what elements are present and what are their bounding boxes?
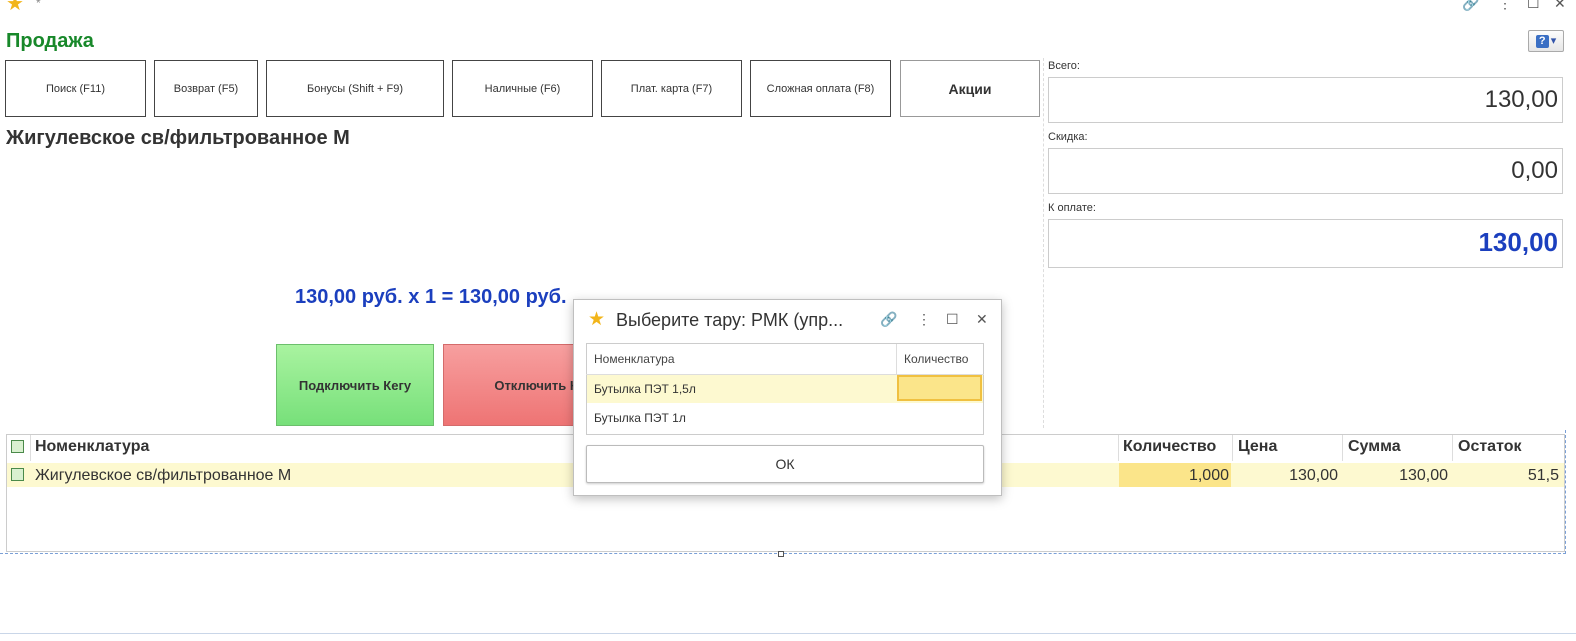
column-header-qty[interactable]: Количество: [1123, 438, 1216, 456]
column-header-name[interactable]: Номенклатура: [594, 352, 675, 366]
column-separator: [1342, 435, 1343, 461]
dialog-title: Выберите тару: РМК (упр...: [616, 310, 844, 330]
help-button[interactable]: ? ▾: [1528, 30, 1564, 52]
product-name: Жигулевское св/фильтрованное М: [6, 127, 350, 149]
row-item-icon: [11, 468, 24, 481]
cell-price: 130,00: [1289, 467, 1338, 484]
column-separator: [1232, 435, 1233, 461]
table-header-icon: [11, 440, 24, 453]
column-separator: [1452, 435, 1453, 461]
discount-field: 0,00: [1048, 148, 1563, 194]
cell-sum: 130,00: [1399, 467, 1448, 484]
connect-keg-button[interactable]: Подключить Кегу: [276, 344, 434, 426]
to-pay-field: 130,00: [1048, 219, 1563, 268]
column-separator: [1118, 435, 1119, 461]
cash-button[interactable]: Наличные (F6): [452, 60, 593, 117]
link-icon[interactable]: 🔗: [1462, 0, 1479, 10]
search-button[interactable]: Поиск (F11): [5, 60, 146, 117]
card-payment-button[interactable]: Плат. карта (F7): [601, 60, 742, 117]
select-container-dialog: ★ Выберите тару: РМК (упр... 🔗 ⋮ ☐ ✕ Ном…: [573, 299, 1002, 496]
modified-marker: *: [36, 0, 41, 10]
link-icon[interactable]: 🔗: [880, 311, 897, 328]
cell-qty[interactable]: 1,000: [1119, 467, 1229, 485]
return-button[interactable]: Возврат (F5): [154, 60, 258, 117]
help-icon: ?: [1535, 35, 1549, 48]
panel-divider: [1043, 58, 1044, 428]
column-header-name[interactable]: Номенклатура: [35, 438, 149, 456]
splitter-border: [1565, 430, 1566, 554]
price-calculation: 130,00 руб. х 1 = 130,00 руб.: [295, 286, 567, 308]
bottom-border: [0, 633, 1576, 634]
maximize-icon[interactable]: ☐: [946, 311, 959, 328]
row-name[interactable]: Бутылка ПЭТ 1л: [594, 411, 686, 425]
discount-label: Скидка:: [1048, 131, 1088, 143]
to-pay-label: К оплате:: [1048, 202, 1096, 214]
column-header-qty[interactable]: Количество: [904, 352, 968, 366]
column-header-sum[interactable]: Сумма: [1348, 438, 1401, 456]
close-icon[interactable]: ✕: [976, 311, 988, 328]
splitter-handle[interactable]: [778, 551, 784, 557]
total-field: 130,00: [1048, 77, 1563, 123]
favorite-star-icon[interactable]: ★: [588, 308, 605, 331]
form-title: Продажа: [6, 30, 94, 52]
column-header-rest[interactable]: Остаток: [1458, 438, 1521, 456]
close-icon[interactable]: ✕: [1554, 0, 1566, 10]
more-menu-icon[interactable]: ⋮: [1498, 0, 1512, 10]
column-header-price[interactable]: Цена: [1238, 438, 1277, 456]
complex-payment-button[interactable]: Сложная оплата (F8): [750, 60, 891, 117]
column-separator: [896, 344, 897, 374]
promotions-button[interactable]: Акции: [900, 60, 1040, 117]
cell-rest: 51,5: [1527, 467, 1559, 484]
ok-button[interactable]: ОК: [586, 445, 984, 483]
maximize-icon[interactable]: ☐: [1527, 0, 1540, 10]
column-separator: [30, 435, 31, 461]
more-menu-icon[interactable]: ⋮: [917, 311, 931, 328]
favorite-star-icon[interactable]: ★: [6, 0, 24, 14]
row-name: Бутылка ПЭТ 1,5л: [594, 382, 696, 396]
quantity-input[interactable]: [897, 375, 982, 401]
bonuses-button[interactable]: Бонусы (Shift + F9): [266, 60, 444, 117]
total-label: Всего:: [1048, 60, 1080, 72]
cell-name: Жигулевское св/фильтрованное М: [35, 467, 292, 484]
